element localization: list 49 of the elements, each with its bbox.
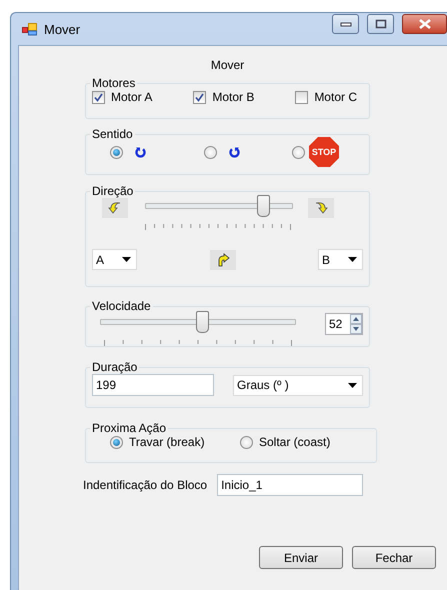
rotate-cw-icon <box>135 146 146 158</box>
group-label: Velocidade <box>91 299 152 313</box>
minimize-button[interactable] <box>332 14 359 34</box>
speed-spinbox[interactable]: 52 <box>325 313 363 335</box>
motor-dropdown[interactable]: A <box>92 249 137 270</box>
group-label: Proxima Ação <box>91 421 168 435</box>
direction-slider[interactable] <box>145 195 293 217</box>
field-label: Indentificação do Bloco <box>83 478 208 492</box>
caret-icon <box>348 382 357 388</box>
form-heading: Mover <box>210 58 244 72</box>
block-id-field[interactable]: Inicio_1 <box>217 474 364 496</box>
window-title: Mover <box>44 22 82 36</box>
group-label: Duração <box>91 360 138 374</box>
unit-dropdown[interactable]: Graus (º ) <box>233 374 363 396</box>
radio-button[interactable] <box>110 146 123 158</box>
motor-checkbox[interactable]: Motor A <box>92 90 152 104</box>
forward-button[interactable] <box>210 250 236 270</box>
turn-left-button[interactable] <box>102 198 128 218</box>
caret-icon <box>122 257 131 262</box>
maximize-icon <box>374 19 386 29</box>
group-label: Motores <box>91 76 136 90</box>
check-icon <box>94 92 103 102</box>
group-label: Direção <box>91 184 134 198</box>
group-label: Sentido <box>91 127 134 141</box>
check-icon <box>195 92 204 102</box>
close-button[interactable] <box>402 14 447 34</box>
maximize-button[interactable] <box>367 14 394 34</box>
radio-button[interactable] <box>204 146 217 158</box>
radio-button[interactable] <box>292 146 305 158</box>
arrow-icon <box>314 201 328 215</box>
dialog-button[interactable]: Fechar <box>352 546 436 569</box>
minimize-icon <box>340 21 352 27</box>
arrow-icon <box>216 252 230 266</box>
app-icon <box>22 22 38 36</box>
arrow-icon <box>108 201 122 215</box>
duration-field[interactable]: 199 <box>92 374 214 396</box>
speed-slider[interactable] <box>100 311 296 333</box>
dialog-button[interactable]: Enviar <box>259 546 343 569</box>
radio-option[interactable]: Soltar (coast) <box>240 435 370 449</box>
rotate-ccw-icon <box>229 146 240 158</box>
motor-checkbox[interactable]: Motor C <box>295 90 357 104</box>
caret-icon <box>348 257 357 262</box>
spin-arrows-icon <box>350 314 362 334</box>
radio-option[interactable]: Travar (break) <box>110 435 240 449</box>
stop-sign-icon: STOP <box>309 137 339 167</box>
close-icon <box>418 18 432 30</box>
turn-right-button[interactable] <box>308 198 334 218</box>
motor-checkbox[interactable]: Motor B <box>193 90 254 104</box>
motor-dropdown[interactable]: B <box>318 249 363 270</box>
